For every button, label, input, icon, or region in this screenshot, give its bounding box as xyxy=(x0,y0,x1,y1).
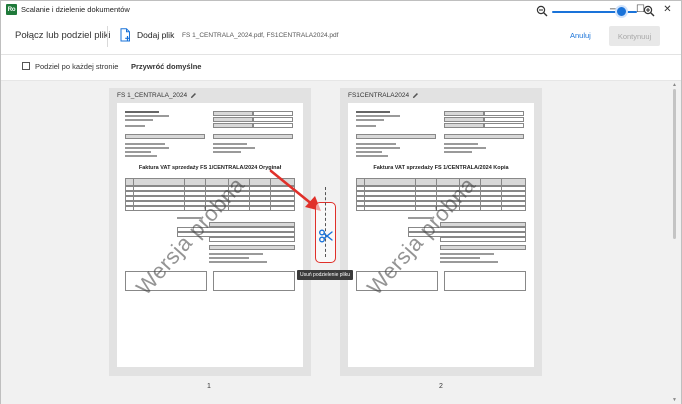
split-line xyxy=(325,187,326,257)
split-each-page-label: Podziel po każdej stronie xyxy=(35,62,119,71)
page-thumbnail[interactable]: Faktura VAT sprzedaży FS 1/CENTRALA/2024… xyxy=(348,103,534,367)
toolbar-divider xyxy=(107,26,108,47)
selected-file-names: FS 1_CENTRALA_2024.pdf, FS1CENTRALA2024.… xyxy=(182,32,339,39)
add-file-button[interactable]: Dodaj plik xyxy=(119,28,174,42)
toolbar-title: Połącz lub podziel pliki xyxy=(15,30,111,41)
split-tooltip: Usuń podzielenie pliku xyxy=(297,270,354,280)
scissors-icon[interactable] xyxy=(318,229,334,243)
document-title: Faktura VAT sprzedaży FS 1/CENTRALA/2024… xyxy=(373,165,509,171)
scrollbar-thumb[interactable] xyxy=(673,89,676,239)
page-number: 2 xyxy=(439,383,443,390)
page-card-header: FS 1_CENTRALA_2024 xyxy=(117,92,197,99)
zoom-in-icon[interactable] xyxy=(643,5,655,17)
app-logo: Ro xyxy=(6,4,17,15)
continue-button[interactable]: Kontynuuj xyxy=(609,26,660,46)
page-card[interactable]: FS1CENTRALA2024 Faktura VAT sprzedaży FS… xyxy=(340,88,542,376)
restore-default-button[interactable]: Przywróć domyślne xyxy=(131,62,201,71)
page-thumbnail[interactable]: Faktura VAT sprzedaży FS 1/CENTRALA/2024… xyxy=(117,103,303,367)
close-button[interactable]: ✕ xyxy=(654,1,681,18)
page-file-label: FS 1_CENTRALA_2024 xyxy=(117,92,188,99)
page-card-header: FS1CENTRALA2024 xyxy=(348,92,419,99)
page-number: 1 xyxy=(207,383,211,390)
add-file-label: Dodaj plik xyxy=(137,30,175,40)
zoom-out-icon[interactable] xyxy=(536,5,548,17)
split-each-page-checkbox[interactable] xyxy=(22,62,30,70)
toolbar: Połącz lub podziel pliki Dodaj plik FS 1… xyxy=(1,18,681,55)
page-card[interactable]: FS 1_CENTRALA_2024 Faktura VAT sprzedaży… xyxy=(109,88,311,376)
title-bar: Ro Scalanie i dzielenie dokumentów ─ ☐ ✕ xyxy=(1,1,681,18)
options-bar: Podziel po każdej stronie Przywróć domyś… xyxy=(1,55,681,80)
app-window: Ro Scalanie i dzielenie dokumentów ─ ☐ ✕… xyxy=(0,0,682,404)
pencil-icon[interactable] xyxy=(190,92,197,99)
page-file-label: FS1CENTRALA2024 xyxy=(348,92,410,99)
scroll-up-icon[interactable]: ▲ xyxy=(672,82,677,88)
cancel-button[interactable]: Anuluj xyxy=(570,31,591,40)
window-controls: ─ ☐ ✕ xyxy=(600,1,681,18)
add-file-icon xyxy=(120,28,130,42)
window-title: Scalanie i dzielenie dokumentów xyxy=(21,5,130,14)
scroll-down-icon[interactable]: ▼ xyxy=(672,397,677,403)
pencil-icon[interactable] xyxy=(412,92,419,99)
